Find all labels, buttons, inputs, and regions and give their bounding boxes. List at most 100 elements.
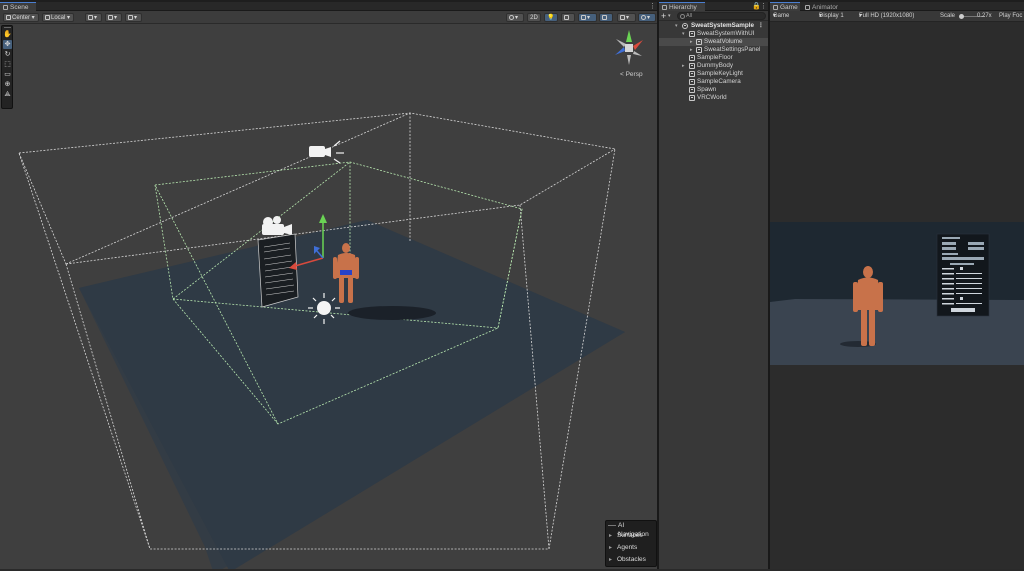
display-dropdown[interactable]: Display 1 ▾ <box>819 11 844 22</box>
perspective-label[interactable]: < Persp <box>620 71 643 78</box>
hierarchy-item-sweat-settings-panel[interactable]: ▸ SweatSettingsPanel <box>659 46 768 54</box>
toggle-2d-button[interactable]: 2D <box>527 13 541 22</box>
snap-increment-button[interactable]: ▾ <box>105 13 122 22</box>
tab-animator[interactable]: Animator <box>802 2 846 11</box>
hierarchy-item-vrc-world[interactable]: VRCWorld <box>659 94 768 102</box>
transform-tool-icon[interactable]: ⊕ <box>3 80 12 89</box>
pivot-center-dropdown[interactable]: Center ▾ <box>3 13 39 22</box>
hierarchy-item-sweat-volume[interactable]: ▸ SweatVolume <box>659 38 768 46</box>
scene-viewport[interactable] <box>0 24 657 569</box>
eye-icon <box>602 15 607 20</box>
hierarchy-item-label: SweatSettingsPanel <box>704 46 761 53</box>
hierarchy-item-label: SampleCamera <box>697 78 741 85</box>
hierarchy-item-spawn[interactable]: Spawn <box>659 86 768 94</box>
shading-sphere-icon <box>509 15 514 20</box>
scene-row-menu-icon[interactable]: ⋮ <box>758 22 764 30</box>
ai-navigation-title[interactable]: AI Navigation <box>606 521 656 538</box>
grid-snap-button[interactable]: ▾ <box>85 13 102 22</box>
add-object-button[interactable]: + <box>661 12 666 21</box>
hierarchy-more-menu-icon[interactable]: ⋮ <box>760 2 767 11</box>
hierarchy-item-sample-floor[interactable]: SampleFloor <box>659 54 768 62</box>
hierarchy-search-input[interactable]: All <box>677 12 766 20</box>
game-view[interactable] <box>770 222 1024 365</box>
fold-toggle-icon[interactable]: ▸ <box>690 38 693 46</box>
ai-nav-agents[interactable]: Agents <box>606 542 656 554</box>
game-mode-dropdown[interactable]: Game ▾ <box>773 11 789 22</box>
hierarchy-item-sample-key-light[interactable]: SampleKeyLight <box>659 70 768 78</box>
hierarchy-toolbar: + ▾ All <box>659 11 768 21</box>
rotate-tool-icon[interactable]: ↻ <box>3 50 12 59</box>
scene-more-menu-icon[interactable]: ⋮ <box>649 2 656 11</box>
tab-scene[interactable]: Scene <box>0 2 36 11</box>
hierarchy-panel: Hierarchy 🔒 ⋮ + ▾ All ▾ SweatSystemSampl… <box>659 2 768 569</box>
move-tool-icon[interactable]: ✥ <box>3 40 12 49</box>
hierarchy-item-sample-camera[interactable]: SampleCamera <box>659 78 768 86</box>
hierarchy-item-label: VRCWorld <box>697 94 727 101</box>
add-object-dropdown-icon[interactable]: ▾ <box>668 13 671 19</box>
scene-orientation-gizmo[interactable] <box>608 27 650 69</box>
rect-tool-icon[interactable]: ▭ <box>3 70 12 79</box>
gameobject-cube-icon <box>689 95 695 101</box>
tab-animator-label: Animator <box>812 4 839 11</box>
effects-dropdown[interactable]: ▾ <box>578 13 597 22</box>
hierarchy-item-sweat-system-with-ui[interactable]: ▾ SweatSystemWithUI <box>659 30 768 38</box>
gameobject-cube-icon <box>689 87 695 93</box>
gameobject-cube-icon <box>689 55 695 61</box>
scene-panel: Scene ⋮ Center ▾ Local ▾ ▾ ▾ ▾ ▾ 2D 💡 ▾ … <box>0 2 657 569</box>
scale-tool-icon[interactable]: ⬚ <box>3 60 12 69</box>
gameobject-cube-icon <box>696 47 702 53</box>
tab-hierarchy-label: Hierarchy <box>669 4 697 11</box>
pivot-local-dropdown[interactable]: Local ▾ <box>42 13 74 22</box>
draw-mode-dropdown[interactable]: ▾ <box>506 13 524 22</box>
scale-slider-handle[interactable] <box>959 14 964 19</box>
gameobject-cube-icon <box>696 39 702 45</box>
hidden-objects-toggle[interactable] <box>599 13 613 22</box>
hand-tool-icon[interactable]: ✋ <box>3 30 12 39</box>
game-render <box>770 222 1024 365</box>
game-panel: Game Animator Game ▾ Display 1 ▾ Full HD… <box>770 2 1024 569</box>
scene-toolbar: Center ▾ Local ▾ ▾ ▾ ▾ ▾ 2D 💡 ▾ ▾ ▾ <box>0 11 657 24</box>
game-mode-label: Game <box>773 13 790 19</box>
resolution-dropdown[interactable]: Full HD (1920x1080) ▾ <box>859 11 914 22</box>
pivot-icon <box>6 15 11 20</box>
hierarchy-scene-row[interactable]: ▾ SweatSystemSample ⋮ <box>659 22 768 30</box>
fold-toggle-icon[interactable]: ▾ <box>675 22 678 30</box>
audio-toggle[interactable] <box>561 13 575 22</box>
scene-camera-dropdown[interactable]: ▾ <box>617 13 636 22</box>
hierarchy-item-dummy-body[interactable]: ▸ DummyBody <box>659 62 768 70</box>
game-toolbar: Game ▾ Display 1 ▾ Full HD (1920x1080) ▾… <box>770 11 1024 22</box>
hierarchy-lock-icon[interactable]: 🔒 <box>752 2 761 11</box>
spawn-gizmo[interactable] <box>262 216 292 235</box>
hierarchy-item-label: SweatSystemWithUI <box>697 30 755 37</box>
gamepad-icon <box>773 5 778 10</box>
palette-handle[interactable] <box>4 27 11 28</box>
gizmos-icon <box>641 15 646 20</box>
tab-game[interactable]: Game <box>770 2 800 11</box>
grid-visibility-button[interactable]: ▾ <box>125 13 142 22</box>
hierarchy-item-label: DummyBody <box>697 62 734 69</box>
scene-grid-icon <box>3 5 8 10</box>
fold-toggle-icon[interactable]: ▾ <box>682 30 685 38</box>
fold-toggle-icon[interactable]: ▸ <box>690 46 693 54</box>
dummy-body-shorts <box>340 270 352 275</box>
gameobject-cube-icon <box>689 31 695 37</box>
sweat-settings-panel[interactable] <box>257 233 299 308</box>
ai-nav-surfaces[interactable]: Surfaces <box>606 530 656 542</box>
scale-value: 0.27x <box>977 13 992 19</box>
ai-nav-obstacles[interactable]: Obstacles <box>606 554 656 566</box>
game-settings-panel <box>936 233 990 317</box>
animator-icon <box>805 5 810 10</box>
scene-canvas[interactable] <box>0 24 657 569</box>
custom-tool-icon[interactable]: ⟁ <box>3 90 12 99</box>
local-space-icon <box>45 15 50 20</box>
gizmos-dropdown[interactable]: ▾ <box>638 13 656 22</box>
hierarchy-item-label: SampleFloor <box>697 54 733 61</box>
gameobject-cube-icon <box>689 63 695 69</box>
tab-hierarchy[interactable]: Hierarchy <box>659 2 705 11</box>
lighting-toggle[interactable]: 💡 <box>544 13 558 22</box>
tab-game-label: Game <box>780 4 798 11</box>
fold-toggle-icon[interactable]: ▸ <box>682 62 685 70</box>
play-focused-dropdown[interactable]: Play Foc <box>999 11 1022 22</box>
ai-navigation-overlay: AI Navigation Surfaces Agents Obstacles <box>605 520 657 567</box>
gameobject-cube-icon <box>689 71 695 77</box>
